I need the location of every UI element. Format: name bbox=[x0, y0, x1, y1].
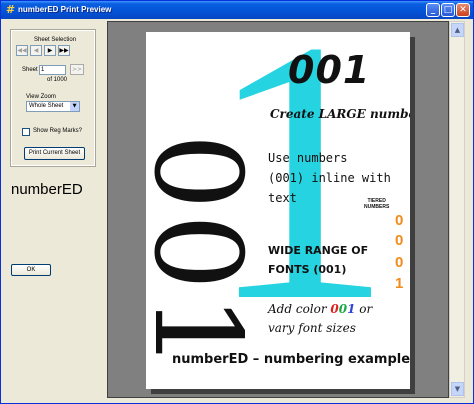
tiered-line-2: NUMBERS bbox=[364, 204, 390, 210]
sheet-number-input[interactable]: 1 bbox=[39, 65, 66, 75]
tiered-numbers-label: TIERED NUMBERS bbox=[364, 198, 389, 210]
wide-line-2: FONTS (001) bbox=[268, 263, 347, 276]
goto-sheet-button[interactable]: >> bbox=[70, 64, 84, 75]
app-icon: # bbox=[5, 3, 16, 16]
sheet-label: Sheet bbox=[22, 67, 38, 73]
first-sheet-button[interactable]: ◀◀ bbox=[16, 45, 28, 56]
add-color-line: Add color 001 or bbox=[268, 300, 372, 319]
tiered-digit: 0 bbox=[395, 212, 404, 229]
wide-range-text: WIDE RANGE OF FONTS (001) bbox=[268, 241, 368, 279]
create-suffix: numbers bbox=[369, 107, 410, 121]
tiered-digit: 1 bbox=[395, 275, 404, 292]
minimize-button[interactable]: _ bbox=[426, 3, 440, 17]
chevron-down-icon[interactable]: ▼ bbox=[70, 102, 79, 111]
sheet-count-label: of 1000 bbox=[47, 77, 68, 83]
red-digit: 0 bbox=[330, 302, 339, 316]
scroll-up-icon[interactable]: ▲ bbox=[451, 23, 464, 37]
green-digit: 0 bbox=[338, 302, 348, 316]
reg-marks-checkbox[interactable] bbox=[22, 128, 30, 136]
create-prefix: Create bbox=[270, 107, 319, 121]
view-zoom-select[interactable]: Whole Sheet ▼ bbox=[26, 101, 80, 112]
color-prefix: Add color bbox=[268, 302, 331, 316]
print-current-sheet-button[interactable]: Print Current Sheet bbox=[24, 147, 85, 160]
create-large-text: Create LARGE numbers bbox=[270, 107, 410, 121]
window-title: numberED Print Preview bbox=[18, 5, 112, 14]
inline-line-2: (001) inline with bbox=[268, 171, 391, 185]
reg-marks-label: Show Reg Marks? bbox=[33, 128, 83, 134]
title-bar[interactable]: # numberED Print Preview _ □ ✕ bbox=[1, 1, 473, 19]
top-number: 001 bbox=[288, 48, 371, 92]
add-color-text: Add color 001 or vary font sizes bbox=[268, 300, 372, 338]
scroll-down-icon[interactable]: ▼ bbox=[451, 382, 464, 396]
view-zoom-label: View Zoom bbox=[26, 94, 56, 100]
ok-button[interactable]: OK bbox=[11, 264, 51, 276]
app-name-label: numberED bbox=[11, 181, 83, 198]
maximize-button[interactable]: □ bbox=[441, 3, 455, 17]
control-panel: Sheet Selection ◀◀ ◀ ▶ ▶▶ Sheet 1 >> of … bbox=[10, 29, 96, 167]
prev-sheet-button[interactable]: ◀ bbox=[30, 45, 42, 56]
big-vertical-number: 001 bbox=[146, 133, 266, 375]
create-bold: LARGE bbox=[318, 107, 366, 121]
view-zoom-value: Whole Sheet bbox=[29, 103, 64, 109]
print-preview-window: # numberED Print Preview _ □ ✕ Sheet Sel… bbox=[0, 0, 474, 404]
sheet-footer: numberED – numbering examples bbox=[172, 352, 410, 367]
tiered-digit: 0 bbox=[395, 232, 404, 249]
color-suffix: or bbox=[355, 302, 373, 316]
tiered-digit: 0 bbox=[395, 254, 404, 271]
wide-line-1: WIDE RANGE OF bbox=[268, 244, 369, 257]
sheet-preview: 1 001 001 Create LARGE numbers Use numbe… bbox=[146, 32, 410, 389]
inline-line-1: Use numbers bbox=[268, 151, 348, 165]
last-sheet-button[interactable]: ▶▶ bbox=[58, 45, 70, 56]
close-button[interactable]: ✕ bbox=[456, 3, 470, 17]
next-sheet-button[interactable]: ▶ bbox=[44, 45, 56, 56]
vary-font-line: vary font sizes bbox=[268, 321, 356, 335]
vertical-scrollbar[interactable]: ▲ ▼ bbox=[449, 21, 465, 398]
sheet-selection-label: Sheet Selection bbox=[34, 37, 77, 43]
